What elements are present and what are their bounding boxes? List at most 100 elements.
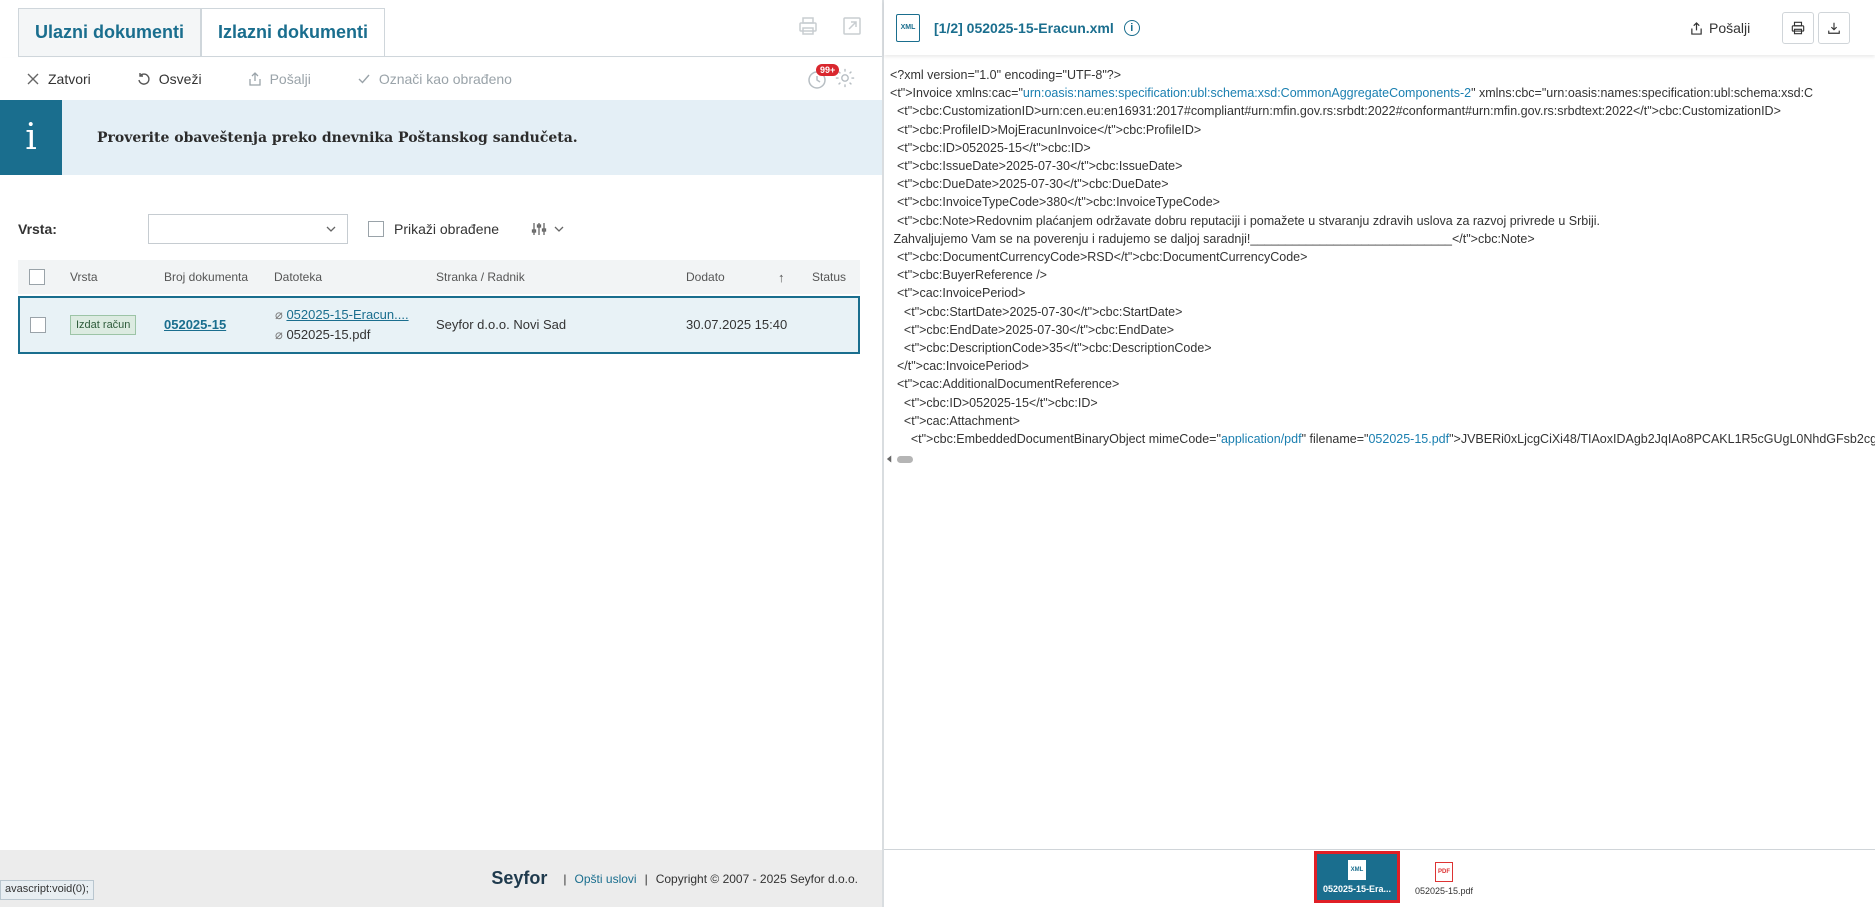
send-button[interactable]: Pošalji [248, 71, 311, 87]
xml-line: <t">cbc:ProfileID>MojEracunInvoice</t">c… [890, 122, 1202, 137]
app-root: Ulazni dokumenti Izlazni dokumenti Zatvo… [0, 0, 1875, 907]
footer: Seyfor | Opšti uslovi | Copyright © 2007… [0, 850, 882, 907]
attachment-pdf-thumbnail[interactable]: PDF 052025-15.pdf [1404, 856, 1484, 902]
xml-file-icon: XML [1348, 860, 1366, 880]
print-icon [1791, 21, 1805, 35]
notification-badge: 99+ [816, 64, 840, 76]
copyright-text: Copyright © 2007 - 2025 Seyfor d.o.o. [655, 871, 858, 886]
toolbar: Zatvori Osveži Pošalji Označi kao obrađe… [0, 58, 882, 100]
toolbar-right: 99+ [804, 64, 856, 92]
mark-processed-button[interactable]: Označi kao obrađeno [357, 71, 512, 87]
chevron-down-icon [326, 226, 336, 232]
xml-line: <t">cac:Attachment> [890, 413, 1020, 428]
browser-status-bar: avascript:void(0); [0, 880, 94, 900]
xml-line: <t">Invoice xmlns:cac="urn:oasis:names:s… [890, 86, 1814, 101]
document-type-badge: Izdat račun [70, 315, 137, 335]
show-processed-label: Prikaži obrađene [394, 221, 500, 237]
attachment-pdf-label: 052025-15.pdf [1414, 886, 1474, 896]
refresh-button[interactable]: Osveži [137, 71, 202, 87]
documents-pane: Ulazni dokumenti Izlazni dokumenti Zatvo… [0, 0, 882, 907]
pdf-file-name[interactable]: 052025-15.pdf [286, 327, 370, 342]
xml-line: </t">cac:InvoicePeriod> [890, 359, 1029, 374]
viewer-download-button[interactable] [1818, 12, 1850, 44]
tab-divider [18, 56, 882, 57]
horizontal-scrollbar[interactable] [886, 455, 913, 463]
send-button-label: Pošalji [269, 71, 311, 87]
refresh-button-label: Osveži [158, 71, 202, 87]
xml-line: <t">cbc:InvoiceTypeCode>380</t">cbc:Invo… [890, 195, 1220, 210]
xml-content: <?xml version="1.0" encoding="UTF-8"?> <t… [890, 66, 1875, 448]
viewer-print-button[interactable] [1782, 12, 1814, 44]
xml-line: <?xml version="1.0" encoding="UTF-8"?> [890, 68, 1122, 82]
print-icon[interactable] [798, 16, 818, 39]
show-processed-toggle[interactable]: Prikaži obrađene [368, 221, 499, 237]
share-icon [1691, 21, 1702, 35]
chevron-down-icon [554, 226, 564, 232]
attachment-xml-label: 052025-15-Era... [1322, 884, 1392, 894]
party-name: Seyfor d.o.o. Novi Sad [436, 317, 567, 332]
xml-line: Zahvaljujemo Vam se na poverenju i raduj… [890, 231, 1535, 246]
viewer-send-button[interactable]: Pošalji [1690, 20, 1750, 36]
filter-bar: Vrsta: Prikaži obrađene [18, 214, 565, 244]
tab-bar: Ulazni dokumenti Izlazni dokumenti [18, 8, 386, 57]
column-header-file[interactable]: Datoteka [274, 270, 322, 284]
xml-line: <t">cbc:DescriptionCode>35</t">cbc:Descr… [890, 341, 1212, 356]
close-button-label: Zatvori [48, 71, 91, 87]
row-checkbox[interactable] [30, 317, 46, 333]
table-row[interactable]: Izdat račun 052025-15 ⌀ 052025-15-Eracun… [18, 296, 860, 354]
xml-file-icon: XML [896, 13, 920, 42]
info-message: Proverite obaveštenja preko dnevnika Poš… [97, 129, 578, 146]
close-button[interactable]: Zatvori [26, 71, 91, 87]
info-icon: i [0, 100, 62, 175]
info-banner: i Proverite obaveštenja preko dnevnika P… [0, 100, 882, 175]
scroll-left-icon[interactable] [886, 455, 893, 463]
xml-line: <t">cbc:EndDate>2025-07-30</t">cbc:EndDa… [890, 322, 1175, 337]
attachments-bar: XML 052025-15-Era... PDF 052025-15.pdf [884, 849, 1875, 907]
table-header: Vrsta Broj dokumenta Datoteka Stranka / … [18, 260, 860, 294]
viewer-title: [1/2] 052025-15-Eracun.xml [934, 19, 1114, 36]
refresh-icon [138, 73, 150, 85]
select-all-checkbox[interactable] [29, 269, 45, 285]
attachment-xml-thumbnail[interactable]: XML 052025-15-Era... [1314, 851, 1400, 903]
sort-ascending-icon[interactable]: ↑ [778, 270, 785, 285]
tab-outgoing-documents[interactable]: Izlazni dokumenti [201, 8, 386, 57]
file-entry-pdf: ⌀ 052025-15.pdf [275, 327, 370, 343]
xml-line: <t">cbc:StartDate>2025-07-30</t">cbc:Sta… [890, 304, 1183, 319]
viewer-header: XML [1/2] 052025-15-Eracun.xml i Pošalji [884, 0, 1875, 55]
info-icon[interactable]: i [1123, 19, 1140, 36]
document-number-link[interactable]: 052025-15 [164, 317, 226, 332]
history-button[interactable]: 99+ [804, 64, 840, 92]
tab-incoming-documents[interactable]: Ulazni dokumenti [18, 8, 202, 57]
close-icon [27, 73, 39, 85]
xml-line: <t">cac:InvoicePeriod> [890, 286, 1026, 301]
show-processed-checkbox[interactable] [368, 221, 384, 237]
column-header-party[interactable]: Stranka / Radnik [436, 270, 525, 284]
xml-line: <t">cbc:IssueDate>2025-07-30</t">cbc:Iss… [890, 159, 1183, 174]
open-external-icon[interactable] [842, 16, 862, 39]
type-filter-select[interactable] [148, 214, 348, 244]
column-settings-button[interactable] [531, 221, 565, 237]
xml-line: <t">cbc:ID>052025-15</t">cbc:ID> [890, 395, 1098, 410]
seyfor-logo: Seyfor [491, 868, 548, 888]
xml-line: <t">cbc:CustomizationID>urn:cen.eu:en169… [890, 104, 1781, 119]
column-header-doc-number[interactable]: Broj dokumenta [164, 270, 248, 284]
column-header-added[interactable]: Dodato [686, 270, 725, 284]
column-header-type[interactable]: Vrsta [70, 270, 98, 284]
scrollbar-thumb[interactable] [897, 455, 913, 463]
xml-line: <t">cac:AdditionalDocumentReference> [890, 377, 1120, 392]
type-filter-label: Vrsta: [18, 221, 57, 237]
footer-separator: | [644, 871, 648, 886]
xml-line: <t">cbc:EmbeddedDocumentBinaryObject mim… [890, 432, 1875, 447]
column-header-status[interactable]: Status [812, 270, 846, 284]
pdf-file-icon: PDF [1435, 862, 1453, 882]
documents-table: Vrsta Broj dokumenta Datoteka Stranka / … [18, 260, 860, 354]
xml-file-link[interactable]: 052025-15-Eracun.... [286, 307, 408, 322]
share-icon [248, 72, 261, 86]
terms-link[interactable]: Opšti uslovi [575, 872, 637, 886]
paperclip-icon: ⌀ [275, 307, 283, 322]
check-icon [358, 74, 370, 84]
document-viewer: XML [1/2] 052025-15-Eracun.xml i Pošalji… [884, 0, 1875, 907]
sliders-icon [531, 223, 547, 235]
xml-line: <t">cbc:ID>052025-15</t">cbc:ID> [890, 140, 1091, 155]
viewer-send-label: Pošalji [1709, 20, 1751, 36]
